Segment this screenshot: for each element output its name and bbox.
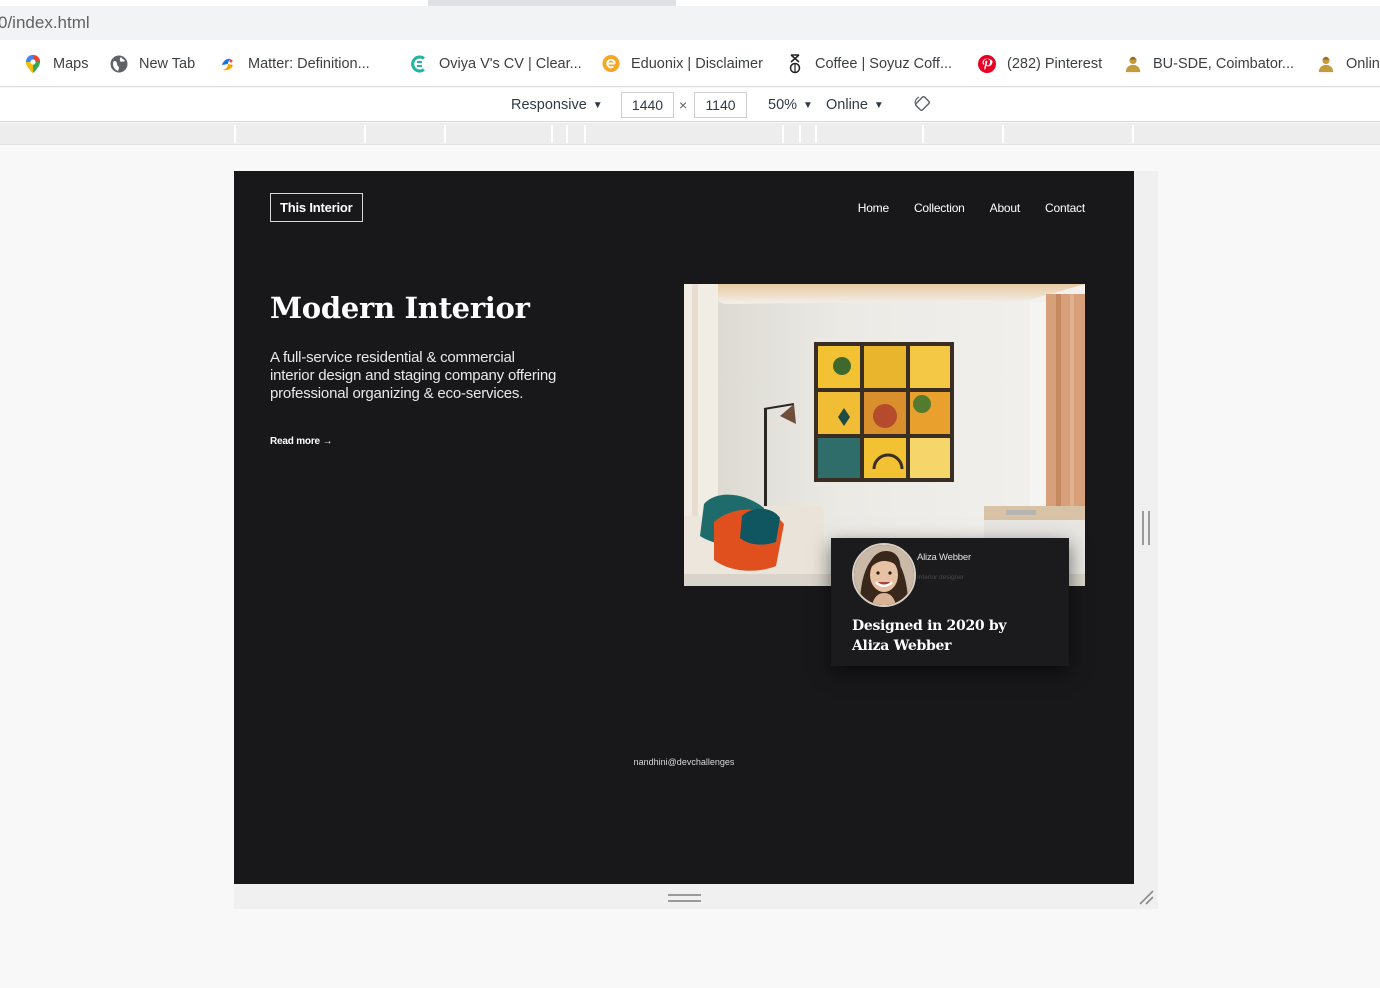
viewport-height-input[interactable]: 1140 (694, 92, 747, 118)
clearcv-icon (410, 55, 428, 73)
chevron-down-icon: ▼ (803, 99, 813, 111)
viewport-height-value: 1140 (705, 97, 736, 113)
page-viewport: This Interior Home Collection About Cont… (234, 171, 1134, 884)
designer-name: Aliza Webber (917, 552, 971, 563)
bookmark-label: Maps (53, 55, 89, 72)
multiply-icon: × (679, 97, 688, 113)
throttle-select-value: Online (826, 97, 868, 113)
nav-about[interactable]: About (990, 201, 1021, 215)
nav-collection[interactable]: Collection (914, 201, 965, 215)
dimension-separator: × (679, 88, 687, 122)
bookmark-label: Matter: Definition... (248, 55, 370, 72)
bu-sde-icon (1124, 55, 1142, 73)
read-more-link[interactable]: Read more → (270, 436, 332, 447)
address-bar[interactable]: 0/index.html (0, 6, 1380, 40)
rotate-button[interactable] (913, 88, 932, 122)
bookmark-label: Oviya V's CV | Clear... (439, 55, 582, 72)
site-logo-text: This Interior (280, 200, 353, 215)
resize-handle-right[interactable] (1142, 511, 1150, 545)
throttle-select[interactable]: Online ▼ (826, 88, 884, 122)
resize-handle-corner[interactable] (1138, 889, 1154, 905)
resize-handle-bottom[interactable] (668, 894, 701, 902)
device-select[interactable]: Responsive ▼ (511, 88, 603, 122)
nav-home[interactable]: Home (858, 201, 889, 215)
designer-card: Aliza Webber Interior designer Designed … (831, 538, 1069, 666)
nav-contact[interactable]: Contact (1045, 201, 1085, 215)
bookmark-new-tab[interactable]: New Tab (110, 40, 196, 86)
bookmark-label: Eduonix | Disclaimer (631, 55, 763, 72)
media-query-ruler[interactable] (0, 123, 1380, 145)
bookmark-eduonix[interactable]: Eduonix | Disclaimer (602, 40, 763, 86)
designer-role: Interior designer (917, 574, 964, 581)
address-url: 0/index.html (0, 13, 90, 32)
bookmark-label: Coffee | Soyuz Coff... (815, 55, 953, 72)
globe-icon (110, 55, 128, 73)
chevron-down-icon: ▼ (873, 99, 884, 111)
bookmark-label: New Tab (139, 55, 196, 72)
viewport-width-input[interactable]: 1440 (621, 92, 674, 118)
card-title: Designed in 2020 by Aliza Webber (852, 618, 1007, 654)
bu-sde-icon (1317, 55, 1335, 73)
device-select-value: Responsive (511, 97, 587, 113)
viewport-width-value: 1440 (631, 97, 664, 113)
device-toolbar: Responsive ▼ 1440 × 1140 50% ▼ Online ▼ (0, 88, 1380, 122)
bookmark-maps[interactable]: Maps (24, 40, 89, 86)
matter-site-icon (219, 55, 237, 73)
zoom-select-value: 50% (768, 97, 798, 113)
bookmark-label: Onlin (1346, 55, 1380, 72)
bookmark-online[interactable]: Onlin (1317, 40, 1380, 86)
bookmark-label: (282) Pinterest (1007, 55, 1103, 72)
rotate-icon (913, 94, 932, 117)
bookmark-label: BU-SDE, Coimbator... (1153, 55, 1295, 72)
zoom-select[interactable]: 50% ▼ (768, 88, 813, 122)
maps-pin-icon (24, 54, 42, 73)
bookmark-matter[interactable]: Matter: Definition... (219, 40, 370, 86)
site-logo[interactable]: This Interior (270, 193, 363, 222)
hero-title: Modern Interior (270, 291, 530, 325)
avatar (852, 543, 916, 607)
hero-description: A full-service residential & commercial … (270, 349, 557, 402)
bookmark-oviya-cv[interactable]: Oviya V's CV | Clear... (410, 40, 582, 86)
soyuz-coffee-icon (786, 53, 804, 73)
bookmark-bu-sde[interactable]: BU-SDE, Coimbator... (1124, 40, 1295, 86)
bookmark-overflow-edge (0, 40, 2, 86)
main-nav: Home Collection About Contact (858, 201, 1085, 215)
eduonix-icon (602, 54, 620, 73)
bookmark-pinterest[interactable]: (282) Pinterest (978, 40, 1103, 86)
bookmarks-bar: Maps New Tab Matter: Definition... Oviya… (0, 40, 1380, 87)
bookmark-soyuz-coffee[interactable]: Coffee | Soyuz Coff... (786, 40, 953, 86)
chevron-down-icon: ▼ (592, 99, 603, 111)
pinterest-icon (978, 54, 996, 73)
footer-credit: nandhini@devchallenges (633, 757, 735, 767)
